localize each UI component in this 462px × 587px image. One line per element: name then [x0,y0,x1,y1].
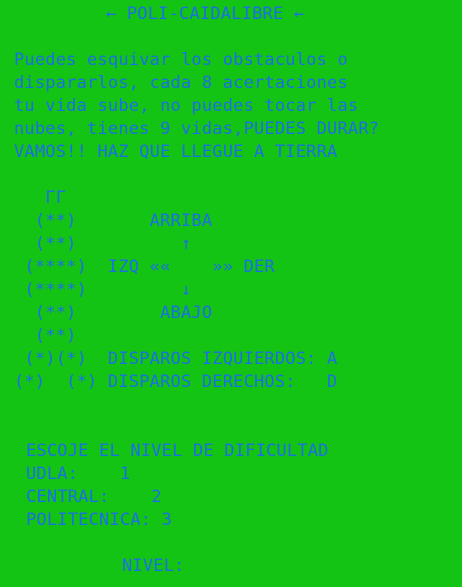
intro-line-2: dispararlos, cada 8 acertaciones [14,73,348,93]
ascii-line-8: (*)(*) DISPAROS IZQUIERDOS: A [14,349,338,369]
ascii-line-7: (**) [14,326,77,346]
intro-line-1: Puedes esquivar los obstaculos o [14,50,348,70]
ascii-line-3: (**) ↑ [14,234,192,254]
difficulty-heading: ESCOJE EL NIVEL DE DIFICULTAD [26,441,329,461]
ascii-line-2: (**) ARRIBA [14,211,213,231]
game-screen: ← POLI-CAIDALIBRE ← Puedes esquivar los … [0,0,462,587]
ascii-line-9: (*) (*) DISPAROS DERECHOS: D [14,372,338,392]
ascii-line-6: (**) ABAJO [14,303,213,323]
ascii-line-1: ΓΓ [14,188,67,208]
game-title: ← POLI-CAIDALIBRE ← [106,4,305,24]
level-prompt[interactable]: NIVEL: [122,555,185,577]
difficulty-option-udla[interactable]: UDLA: 1 [26,463,130,485]
intro-line-4: nubes, tienes 9 vidas,PUEDES DURAR? [14,119,380,139]
ascii-line-4: (****) IZQ «« »» DER [14,257,275,277]
ascii-line-5: (****) ↓ [14,280,192,300]
difficulty-option-politecnica[interactable]: POLITECNICA: 3 [26,509,172,531]
intro-line-3: tu vida sube, no puedes tocar las [14,96,359,116]
intro-line-5: VAMOS!! HAZ QUE LLEGUE A TIERRA [14,142,338,162]
difficulty-option-central[interactable]: CENTRAL: 2 [26,486,162,508]
